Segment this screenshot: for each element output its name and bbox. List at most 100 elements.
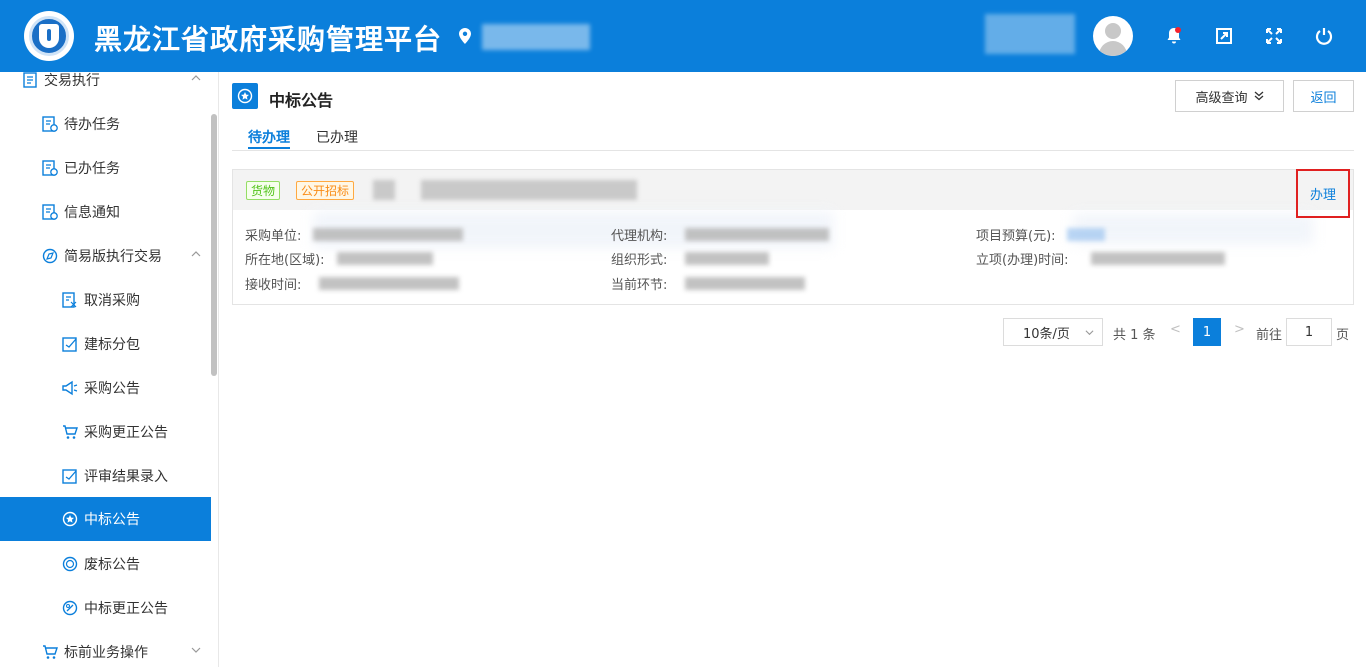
location-text-redacted — [482, 24, 590, 50]
tab-indicator — [248, 147, 290, 149]
prev-page-button[interactable]: < — [1170, 322, 1181, 337]
record-header: 货物 公开招标 — [233, 170, 1353, 210]
sidebar-item-purchase-notice[interactable]: 采购公告 — [0, 366, 211, 410]
page-unit-label: 页 — [1336, 328, 1350, 343]
sidebar-item-label: 信息通知 — [64, 205, 120, 221]
sidebar-item-award-notice[interactable]: 中标公告 — [0, 497, 211, 541]
tab-done[interactable]: 已办理 — [316, 127, 358, 147]
sidebar-item-label: 建标分包 — [84, 337, 140, 353]
sidebar-scrollbar[interactable] — [211, 114, 217, 376]
sidebar-item-label: 中标更正公告 — [84, 601, 168, 617]
highlight-box: 办理 — [1296, 169, 1350, 218]
sidebar-item-pre-bid-ops[interactable]: 标前业务操作 — [0, 630, 211, 667]
shield-icon — [39, 24, 59, 48]
power-icon[interactable] — [1314, 26, 1334, 46]
award-icon — [232, 83, 258, 109]
sidebar-item-label: 简易版执行交易 — [64, 249, 162, 265]
chevron-down-icon — [1085, 330, 1094, 336]
org-form-value-redacted — [685, 252, 769, 265]
tab-bar: 待办理 已办理 — [232, 125, 1354, 151]
task-icon — [42, 160, 58, 176]
page-title: 中标公告 — [269, 91, 334, 110]
stamp-icon — [62, 556, 78, 572]
purchaser-label: 采购单位: — [245, 229, 302, 244]
award-icon — [62, 511, 78, 527]
sidebar-item-done-tasks[interactable]: 已办任务 — [0, 146, 211, 190]
sidebar-item-failed-bid-notice[interactable]: 废标公告 — [0, 542, 211, 586]
page-size-value: 10条/页 — [1023, 326, 1070, 342]
cancel-doc-icon — [62, 292, 77, 308]
megaphone-icon — [62, 380, 78, 396]
sidebar-item-notices[interactable]: 信息通知 — [0, 190, 211, 234]
page-size-select[interactable]: 10条/页 — [1003, 318, 1103, 346]
chevron-up-icon — [191, 251, 201, 257]
process-link[interactable]: 办理 — [1310, 184, 1336, 203]
avatar[interactable] — [1093, 16, 1133, 56]
sidebar-item-bid-package[interactable]: 建标分包 — [0, 322, 211, 366]
total-count: 共 1 条 — [1113, 328, 1156, 343]
agency-label: 代理机构: — [611, 229, 668, 244]
sidebar-item-label: 废标公告 — [84, 557, 140, 573]
edit-icon — [62, 469, 77, 484]
fullscreen-icon[interactable] — [1264, 26, 1284, 46]
username-redacted — [985, 14, 1075, 54]
budget-label: 项目预算(元): — [976, 229, 1056, 244]
sidebar-item-cancel-purchase[interactable]: 取消采购 — [0, 278, 211, 322]
sidebar-item-label: 待办任务 — [64, 117, 120, 133]
org-form-label: 组织形式: — [611, 253, 668, 268]
approval-time-label: 立项(办理)时间: — [976, 253, 1069, 268]
receive-time-value-redacted — [319, 277, 459, 290]
sidebar-item-purchase-correction[interactable]: 采购更正公告 — [0, 410, 211, 454]
edit-icon — [62, 337, 77, 352]
page-1-button[interactable]: 1 — [1193, 318, 1221, 346]
bell-icon[interactable] — [1164, 26, 1184, 46]
sidebar-item-label: 交易执行 — [44, 73, 100, 89]
advanced-search-button[interactable]: 高级查询 — [1175, 80, 1284, 112]
double-chevron-down-icon — [1254, 91, 1263, 101]
app-title: 黑龙江省政府采购管理平台 — [94, 23, 443, 56]
export-icon[interactable] — [1214, 26, 1234, 46]
sidebar-item-label: 中标公告 — [84, 512, 140, 528]
receive-time-label: 接收时间: — [245, 278, 302, 293]
sidebar-item-label: 采购公告 — [84, 381, 140, 397]
document-icon — [23, 72, 37, 88]
award-edit-icon — [62, 600, 78, 616]
sidebar-item-pending-tasks[interactable]: 待办任务 — [0, 102, 211, 146]
notice-icon — [42, 204, 58, 220]
logo — [24, 11, 74, 61]
goto-label: 前往 — [1256, 328, 1283, 343]
sidebar-item-label: 评审结果录入 — [84, 469, 168, 485]
category-badge: 货物 — [246, 181, 281, 200]
chevron-up-icon — [191, 75, 201, 81]
sidebar-item-label: 取消采购 — [84, 293, 140, 309]
record-title-redacted — [373, 180, 395, 200]
sidebar-item-transaction[interactable]: 交易执行 — [0, 72, 211, 102]
method-badge: 公开招标 — [296, 181, 355, 200]
watermark — [1073, 214, 1313, 244]
location-icon — [459, 28, 471, 44]
record-card: 货物 公开招标 采购单位: 代理机构: 项目预算(元): 所在地(区域): 组织… — [232, 169, 1354, 305]
cart-icon — [63, 425, 78, 439]
goto-page-input[interactable] — [1286, 318, 1332, 346]
chevron-down-icon — [191, 647, 201, 653]
cart-icon — [43, 645, 58, 659]
tab-pending[interactable]: 待办理 — [248, 127, 290, 147]
sidebar-item-award-correction[interactable]: 中标更正公告 — [0, 586, 211, 630]
current-stage-value-redacted — [685, 277, 805, 290]
record-title-redacted — [421, 180, 637, 200]
approval-time-value-redacted — [1091, 252, 1225, 265]
budget-value-redacted — [1067, 228, 1105, 241]
compass-icon — [42, 248, 58, 264]
sidebar: 交易执行 待办任务 已办任务 信息通知 简易版执行交易 取消采购 建标分包 采购… — [0, 72, 219, 667]
sidebar-item-review-result[interactable]: 评审结果录入 — [0, 454, 211, 498]
region-value-redacted — [337, 252, 433, 265]
sidebar-item-label: 标前业务操作 — [64, 645, 148, 661]
sidebar-item-label: 已办任务 — [64, 161, 120, 177]
sidebar-item-simple-execution[interactable]: 简易版执行交易 — [0, 234, 211, 278]
region-label: 所在地(区域): — [245, 253, 325, 268]
top-header: 黑龙江省政府采购管理平台 — [0, 0, 1366, 72]
sidebar-item-label: 采购更正公告 — [84, 425, 168, 441]
next-page-button[interactable]: > — [1234, 322, 1245, 337]
agency-value-redacted — [685, 228, 829, 241]
back-button[interactable]: 返回 — [1293, 80, 1354, 112]
